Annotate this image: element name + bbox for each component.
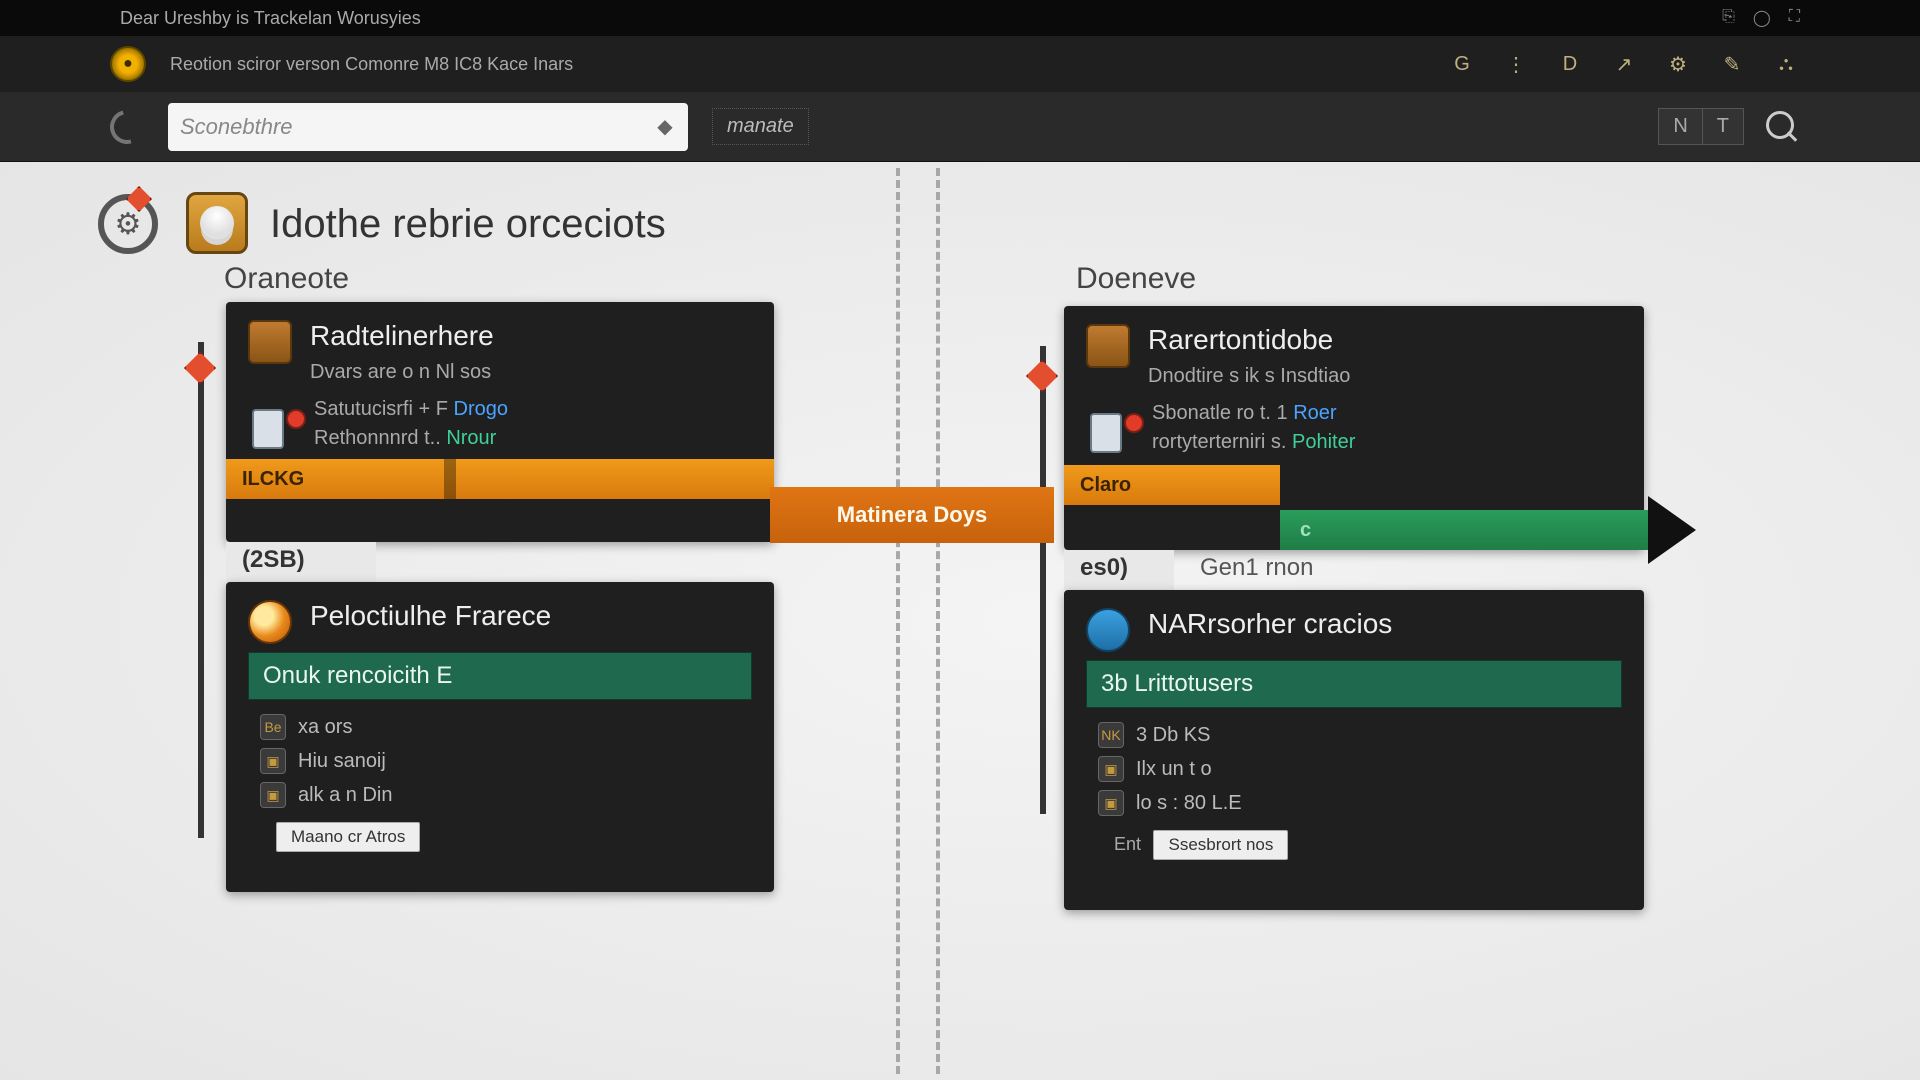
item-icon: ▣ [1098, 790, 1124, 816]
item-label: xa ors [298, 716, 352, 739]
menu-items-text[interactable]: Reotion sciror verson Comonre M8 IC8 Kac… [170, 54, 573, 75]
node-title: Rarertontidobe [1148, 324, 1350, 356]
menu-right-icons: G ⋮ D ↗ ⚙ ✎ ⛬ [1448, 50, 1800, 78]
toolbar: ◆ manate N T [0, 92, 1920, 162]
strip-label: 3b Lrittotusers [1101, 670, 1253, 698]
list-item[interactable]: ▣ lo s : 80 L.E [1064, 786, 1644, 820]
menu-dots-icon[interactable]: ⋮ [1502, 50, 1530, 78]
node-thumb-icon [248, 320, 292, 364]
search-icon[interactable] [1764, 109, 1800, 145]
search-dropdown-icon[interactable]: ◆ [654, 116, 676, 138]
node-title: NARrsorher cracios [1148, 608, 1392, 640]
meter-icon [252, 405, 314, 447]
green-bar-label: c [1300, 519, 1311, 542]
menu-g-icon[interactable]: G [1448, 50, 1476, 78]
left-wire [198, 342, 204, 838]
window-titlebar: Dear Ureshby is Trackelan Worusyies ⎘ ◯ … [0, 0, 1920, 36]
app-icon [186, 192, 248, 254]
node-progress-bar[interactable]: ILCKG [226, 459, 774, 499]
menu-link-icon[interactable]: ↗ [1610, 50, 1638, 78]
toolbar-tab-n[interactable]: N [1659, 109, 1702, 144]
item-label: alk a n Din [298, 784, 393, 807]
graph-canvas[interactable]: ⚙ Idothe rebrie orceciots Oraneote Doene… [0, 162, 1920, 1080]
node-line: Satutucisrfi + F Drogo [314, 395, 508, 424]
node-header-strip[interactable]: Onuk rencoicith E [248, 652, 752, 700]
window-controls: ⎘ ◯ ⛶ [1722, 8, 1800, 28]
node-title: Peloctiulhe Frarece [310, 600, 551, 632]
item-icon: ▣ [260, 782, 286, 808]
item-icon: NK [1098, 722, 1124, 748]
meter-icon [1090, 409, 1152, 451]
node-line: Dvars are o n Nl sos [310, 358, 494, 387]
node-thumb-icon [1086, 324, 1130, 368]
settings-gear-icon[interactable]: ⚙ [98, 194, 158, 254]
right-wire [1040, 346, 1046, 814]
node-left-upper[interactable]: Radtelinerhere Dvars are o n Nl sos Satu… [226, 302, 774, 542]
node-action-button[interactable]: Ssesbrort nos [1153, 830, 1288, 860]
center-guide [890, 162, 942, 1080]
globe-icon [1086, 608, 1130, 652]
browser-icon [248, 600, 292, 644]
page-title: Idothe rebrie orceciots [270, 202, 666, 247]
item-icon: Be [260, 714, 286, 740]
list-item[interactable]: ▣ Ilx un t o [1064, 752, 1644, 786]
window-min-icon[interactable]: ⎘ [1722, 8, 1735, 28]
node-action-button[interactable]: Maano cr Atros [276, 822, 420, 852]
menu-items[interactable]: Reotion sciror verson Comonre M8 IC8 Kac… [170, 54, 573, 75]
menu-d-icon[interactable]: D [1556, 50, 1584, 78]
window-close-icon[interactable]: ⛶ [1789, 8, 1800, 28]
green-progress-bar[interactable]: c [1280, 510, 1648, 550]
toolbar-mode-label[interactable]: manate [712, 108, 809, 145]
bar-label: Claro [1080, 474, 1131, 497]
arrow-right-icon [1648, 496, 1696, 564]
node-line: Dnodtire s ik s Insdtiao [1148, 362, 1350, 391]
brand-shield-icon: ● [110, 46, 146, 82]
toolbar-tab-t[interactable]: T [1703, 109, 1743, 144]
flag-marker-icon [1026, 360, 1058, 392]
list-item[interactable]: ▣ alk a n Din [226, 778, 774, 812]
bar-label: ILCKG [242, 468, 304, 491]
item-label: 3 Db KS [1136, 724, 1210, 747]
node-line: rortyterterniri s. Pohiter [1152, 428, 1355, 457]
node-header-strip[interactable]: 3b Lrittotusers [1086, 660, 1622, 708]
item-label: Ilx un t o [1136, 758, 1212, 781]
item-label: Hiu sanoij [298, 750, 386, 773]
section-label-right: Doeneve [1076, 262, 1196, 296]
menu-bar: ● Reotion sciror verson Comonre M8 IC8 K… [0, 36, 1920, 92]
list-item[interactable]: NK 3 Db KS [1064, 718, 1644, 752]
menu-gear-icon[interactable]: ⚙ [1664, 50, 1692, 78]
bar-subvalue-left: (2SB) [226, 542, 376, 582]
node-title: Radtelinerhere [310, 320, 494, 352]
list-item[interactable]: Be xa ors [226, 710, 774, 744]
item-icon: ▣ [260, 748, 286, 774]
section-label-left: Oraneote [224, 262, 349, 296]
node-left-lower[interactable]: Peloctiulhe Frarece Onuk rencoicith E Be… [226, 582, 774, 892]
window-title: Dear Ureshby is Trackelan Worusyies [120, 8, 421, 29]
toolbar-right: N T [1658, 108, 1800, 145]
strip-label: Onuk rencoicith E [263, 662, 452, 690]
node-right-lower[interactable]: NARrsorher cracios 3b Lrittotusers NK 3 … [1064, 590, 1644, 910]
pin-icon [126, 186, 152, 212]
window-max-icon[interactable]: ◯ [1753, 8, 1771, 28]
list-item[interactable]: ▣ Hiu sanoij [226, 744, 774, 778]
search-input[interactable] [180, 114, 654, 140]
toolbar-tabs[interactable]: N T [1658, 108, 1744, 145]
loading-spinner-icon [104, 103, 150, 149]
connector-label: Matinera Doys [770, 487, 1054, 543]
node-line: Sbonatle ro t. 1 Roer [1152, 399, 1355, 428]
search-box[interactable]: ◆ [168, 103, 688, 151]
node-line: Rethonnnrd t.. Nrour [314, 424, 508, 453]
menu-chart-icon[interactable]: ⛬ [1772, 50, 1800, 78]
flag-marker-icon [184, 352, 216, 384]
bar-subvalue-right: es0) [1064, 550, 1174, 590]
menu-edit-icon[interactable]: ✎ [1718, 50, 1746, 78]
button-prefix-label: Ent [1114, 834, 1141, 854]
bar-extra-label: Gen1 rnon [1200, 554, 1313, 582]
node-progress-bar[interactable]: Claro [1064, 465, 1280, 505]
item-icon: ▣ [1098, 756, 1124, 782]
item-label: lo s : 80 L.E [1136, 792, 1242, 815]
